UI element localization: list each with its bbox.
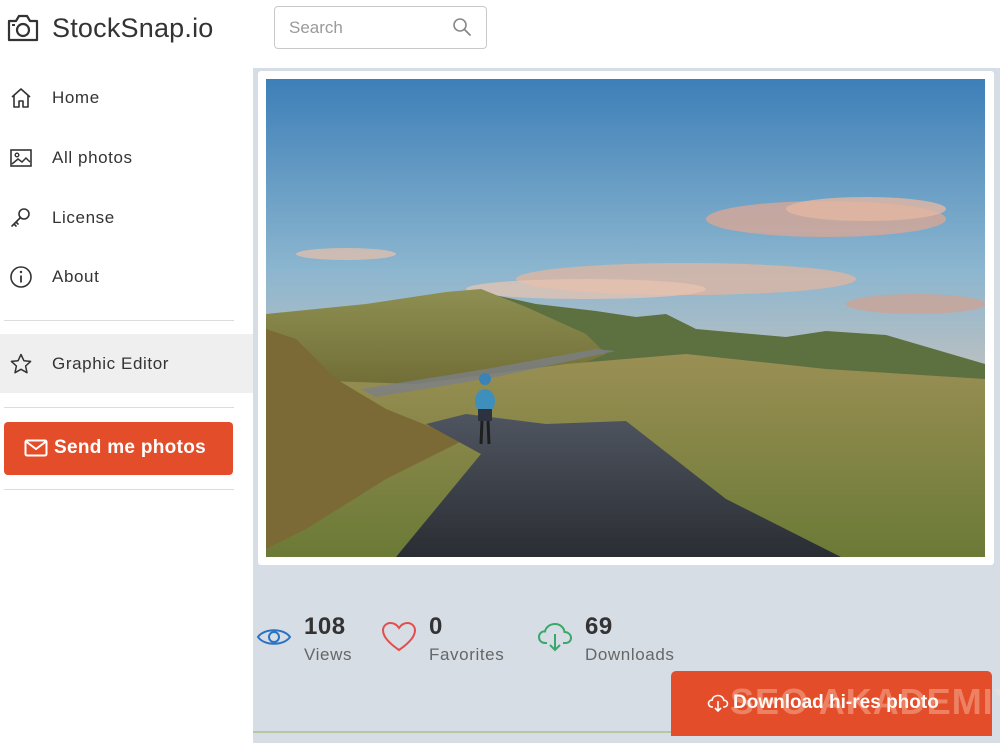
search-icon[interactable] xyxy=(452,17,472,37)
sidebar-divider xyxy=(4,407,234,408)
send-me-photos-label: Send me photos xyxy=(54,437,206,458)
sidebar-item-about[interactable]: About xyxy=(0,247,253,306)
sidebar-item-license[interactable]: License xyxy=(0,188,253,247)
search-box[interactable] xyxy=(274,6,487,49)
key-icon xyxy=(8,205,34,231)
search-input[interactable] xyxy=(289,17,449,39)
info-icon xyxy=(8,264,34,290)
bottom-divider xyxy=(253,731,671,733)
sidebar-divider xyxy=(4,489,234,490)
downloads-label: Downloads xyxy=(585,645,675,664)
home-icon xyxy=(8,85,34,111)
main-content: 108 Views 0 Favorites 69 Downloads Downl… xyxy=(253,68,1000,743)
sidebar-item-label: About xyxy=(52,266,100,286)
favorites-count: 0 xyxy=(429,613,443,640)
mail-icon xyxy=(24,439,48,457)
download-hi-res-button[interactable]: Download hi-res photo xyxy=(671,671,992,736)
send-me-photos-button[interactable]: Send me photos xyxy=(4,422,233,475)
image-icon xyxy=(8,145,34,171)
sidebar-item-graphic-editor[interactable]: Graphic Editor xyxy=(0,334,253,393)
downloads-count: 69 xyxy=(585,613,613,640)
sidebar: Home All photos License About Graphic Ed… xyxy=(0,68,253,743)
photo[interactable] xyxy=(266,79,985,557)
sidebar-item-label: All photos xyxy=(52,147,133,167)
photo-card xyxy=(258,71,994,565)
logo[interactable]: StockSnap.io xyxy=(6,10,214,46)
camera-icon xyxy=(7,14,39,42)
sidebar-divider xyxy=(4,320,234,321)
sidebar-item-all-photos[interactable]: All photos xyxy=(0,128,253,187)
eye-icon xyxy=(256,629,292,645)
cloud-download-icon xyxy=(707,694,729,713)
star-icon xyxy=(8,351,34,377)
download-hi-res-label: Download hi-res photo xyxy=(733,692,939,713)
heart-icon[interactable] xyxy=(381,621,417,653)
sidebar-item-label: License xyxy=(52,207,115,227)
landscape-photo xyxy=(266,79,985,557)
sidebar-item-home[interactable]: Home xyxy=(0,68,253,127)
sidebar-item-label: Home xyxy=(52,87,100,107)
favorites-label: Favorites xyxy=(429,645,505,664)
brand-name: StockSnap.io xyxy=(52,12,214,43)
cloud-download-icon xyxy=(537,622,573,652)
sidebar-item-label: Graphic Editor xyxy=(52,353,170,373)
views-count: 108 xyxy=(304,613,346,640)
views-label: Views xyxy=(304,645,353,664)
